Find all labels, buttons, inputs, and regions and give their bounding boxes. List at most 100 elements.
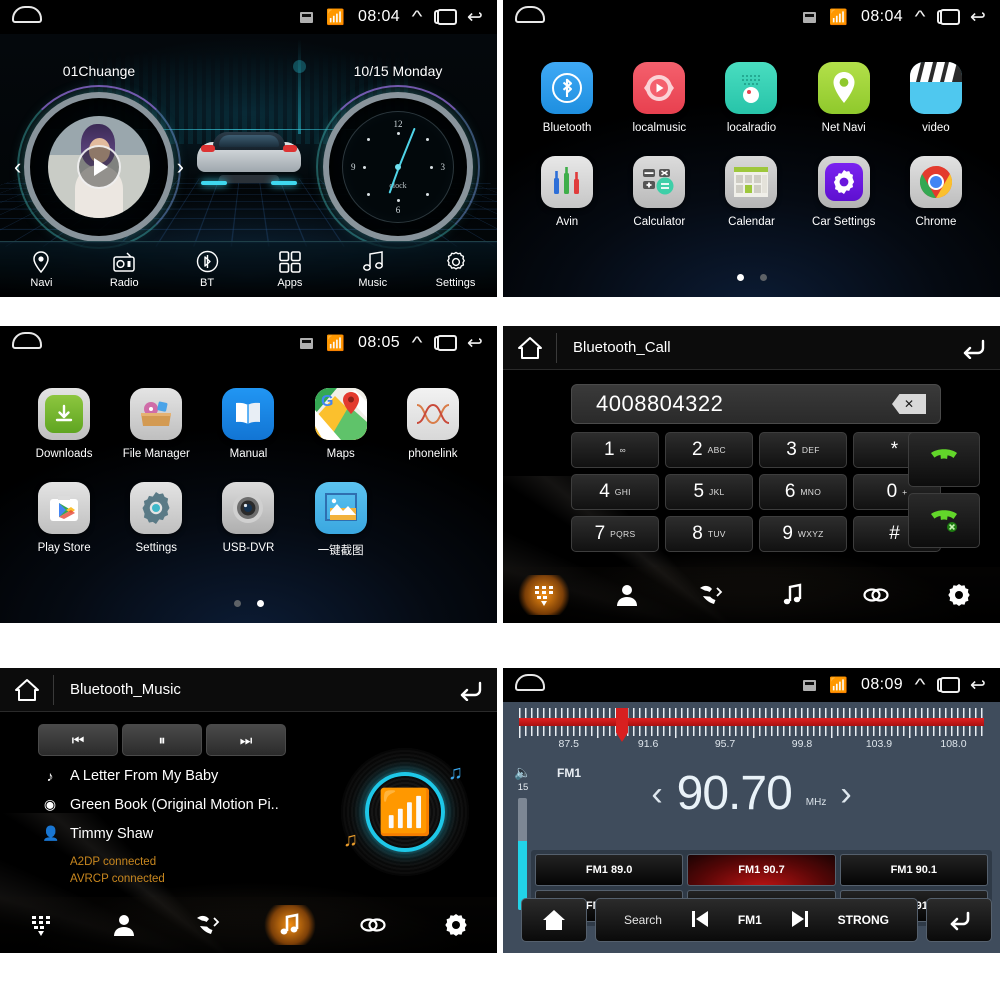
back-button[interactable] — [926, 898, 992, 942]
key-5[interactable]: 5 JKL — [665, 474, 753, 510]
call-end-button[interactable] — [908, 493, 980, 548]
app-net-navi[interactable]: Net Navi — [798, 62, 890, 134]
app-video[interactable]: video — [890, 62, 982, 134]
previous-track-button[interactable]: ⏮ — [38, 724, 118, 756]
key-7[interactable]: 7 PQRS — [571, 516, 659, 552]
nav-item-settings[interactable]: Settings — [419, 251, 493, 289]
page-dot-2[interactable] — [759, 274, 767, 281]
back-icon[interactable]: ↪ — [970, 7, 986, 28]
nav-label: Apps — [277, 276, 303, 289]
pause-button[interactable]: ⏸ — [122, 724, 202, 756]
app-manual[interactable]: Manual — [202, 388, 294, 460]
app-avin[interactable]: Avin — [521, 156, 613, 228]
app-file-manager[interactable]: File Manager — [110, 388, 202, 460]
recents-icon[interactable] — [434, 9, 458, 25]
back-arrow-icon[interactable] — [457, 679, 483, 701]
contacts-icon[interactable] — [96, 905, 152, 945]
seek-up-icon[interactable] — [790, 910, 810, 931]
bluetooth-icon — [196, 250, 219, 273]
home-icon[interactable] — [515, 10, 541, 24]
app-chrome[interactable]: Chrome — [890, 156, 982, 228]
key-6[interactable]: 6 MNO — [759, 474, 847, 510]
contacts-icon[interactable] — [599, 575, 655, 615]
app-screenshot[interactable]: 一键截图 — [295, 482, 387, 558]
app-calculator[interactable]: Calculator — [613, 156, 705, 228]
app-usb-dvr[interactable]: USB-DVR — [202, 482, 294, 558]
app-phonelink[interactable]: phonelink — [387, 388, 479, 460]
app-settings[interactable]: Settings — [110, 482, 202, 558]
app-downloads[interactable]: Downloads — [18, 388, 110, 460]
chevron-up-icon[interactable]: ^ — [412, 333, 423, 353]
back-icon[interactable]: ↪ — [970, 675, 986, 696]
clock-widget[interactable]: 10/15 Monday 12 3 6 9 clock — [316, 63, 480, 249]
nav-item-apps[interactable]: Apps — [253, 250, 327, 289]
key-3[interactable]: 3 DEF — [759, 432, 847, 468]
next-media-button[interactable]: › — [177, 154, 184, 180]
chevron-up-icon[interactable]: ^ — [412, 7, 423, 27]
band-button[interactable]: FM1 — [738, 913, 762, 927]
key-4[interactable]: 4 GHI — [571, 474, 659, 510]
key-8[interactable]: 8 TUV — [665, 516, 753, 552]
home-icon[interactable] — [503, 332, 557, 363]
nav-item-radio[interactable]: Radio — [87, 251, 161, 289]
key-9[interactable]: 9 WXYZ — [759, 516, 847, 552]
home-icon[interactable] — [12, 10, 38, 24]
preset-button-active[interactable]: FM1 90.7 — [687, 854, 836, 886]
media-widget[interactable]: 01Chuange ‹ › — [14, 63, 184, 249]
nav-label: Music — [358, 276, 388, 289]
app-maps[interactable]: G Maps — [295, 388, 387, 460]
search-button[interactable]: Search — [624, 913, 662, 927]
recents-icon[interactable] — [434, 335, 458, 351]
tuning-scale[interactable] — [511, 708, 992, 742]
app-localmusic[interactable]: localmusic — [613, 62, 705, 134]
key-2[interactable]: 2 ABC — [665, 432, 753, 468]
frequency-up-button[interactable]: › — [840, 775, 851, 814]
backspace-button[interactable]: ✕ — [892, 394, 926, 414]
home-button[interactable] — [521, 898, 587, 942]
page-dot-1[interactable] — [233, 600, 241, 607]
chevron-up-icon[interactable]: ^ — [915, 7, 926, 27]
music-note-icon[interactable] — [261, 905, 318, 945]
call-answer-button[interactable] — [908, 432, 980, 487]
dialpad-icon[interactable] — [13, 905, 69, 945]
frequency-down-button[interactable]: ‹ — [651, 775, 662, 814]
dialpad-icon[interactable] — [516, 575, 573, 615]
app-label: Settings — [135, 542, 178, 554]
preset-button[interactable]: FM1 90.1 — [839, 854, 988, 886]
app-localradio[interactable]: localradio — [705, 62, 797, 134]
nav-item-bt[interactable]: BT — [170, 250, 244, 289]
nav-item-navi[interactable]: Navi — [4, 250, 78, 289]
home-icon[interactable] — [12, 336, 38, 350]
preset-button[interactable]: FM1 89.0 — [535, 854, 684, 886]
home-icon[interactable] — [515, 678, 541, 692]
prev-media-button[interactable]: ‹ — [14, 154, 21, 180]
chevron-up-icon[interactable]: ^ — [915, 675, 926, 695]
page-dot-1[interactable] — [736, 274, 744, 281]
back-icon[interactable]: ↪ — [467, 7, 483, 28]
link-icon[interactable] — [848, 575, 904, 615]
scale-tick-label: 95.7 — [714, 738, 736, 750]
strong-button[interactable]: STRONG — [838, 913, 889, 927]
app-bluetooth[interactable]: Bluetooth — [521, 62, 613, 134]
nav-item-music[interactable]: Music — [336, 250, 410, 289]
recents-icon[interactable] — [937, 677, 961, 693]
page-dot-2[interactable] — [256, 600, 264, 607]
call-log-icon[interactable] — [682, 575, 738, 615]
music-note-icon[interactable] — [765, 575, 821, 615]
dialed-number-field[interactable]: 4008804322 ✕ — [571, 384, 941, 424]
back-arrow-icon[interactable] — [960, 337, 986, 359]
next-track-button[interactable]: ⏭ — [206, 724, 286, 756]
play-button[interactable] — [77, 145, 121, 189]
seek-down-icon[interactable] — [690, 910, 710, 931]
gear-icon[interactable] — [428, 905, 484, 945]
app-car-settings[interactable]: Car Settings — [798, 156, 890, 228]
key-1[interactable]: 1 ∞ — [571, 432, 659, 468]
home-icon[interactable] — [0, 674, 54, 705]
app-play-store[interactable]: Play Store — [18, 482, 110, 558]
gear-icon[interactable] — [931, 575, 987, 615]
back-icon[interactable]: ↪ — [467, 333, 483, 354]
call-log-icon[interactable] — [179, 905, 235, 945]
app-calendar[interactable]: Calendar — [705, 156, 797, 228]
recents-icon[interactable] — [937, 9, 961, 25]
link-icon[interactable] — [345, 905, 401, 945]
